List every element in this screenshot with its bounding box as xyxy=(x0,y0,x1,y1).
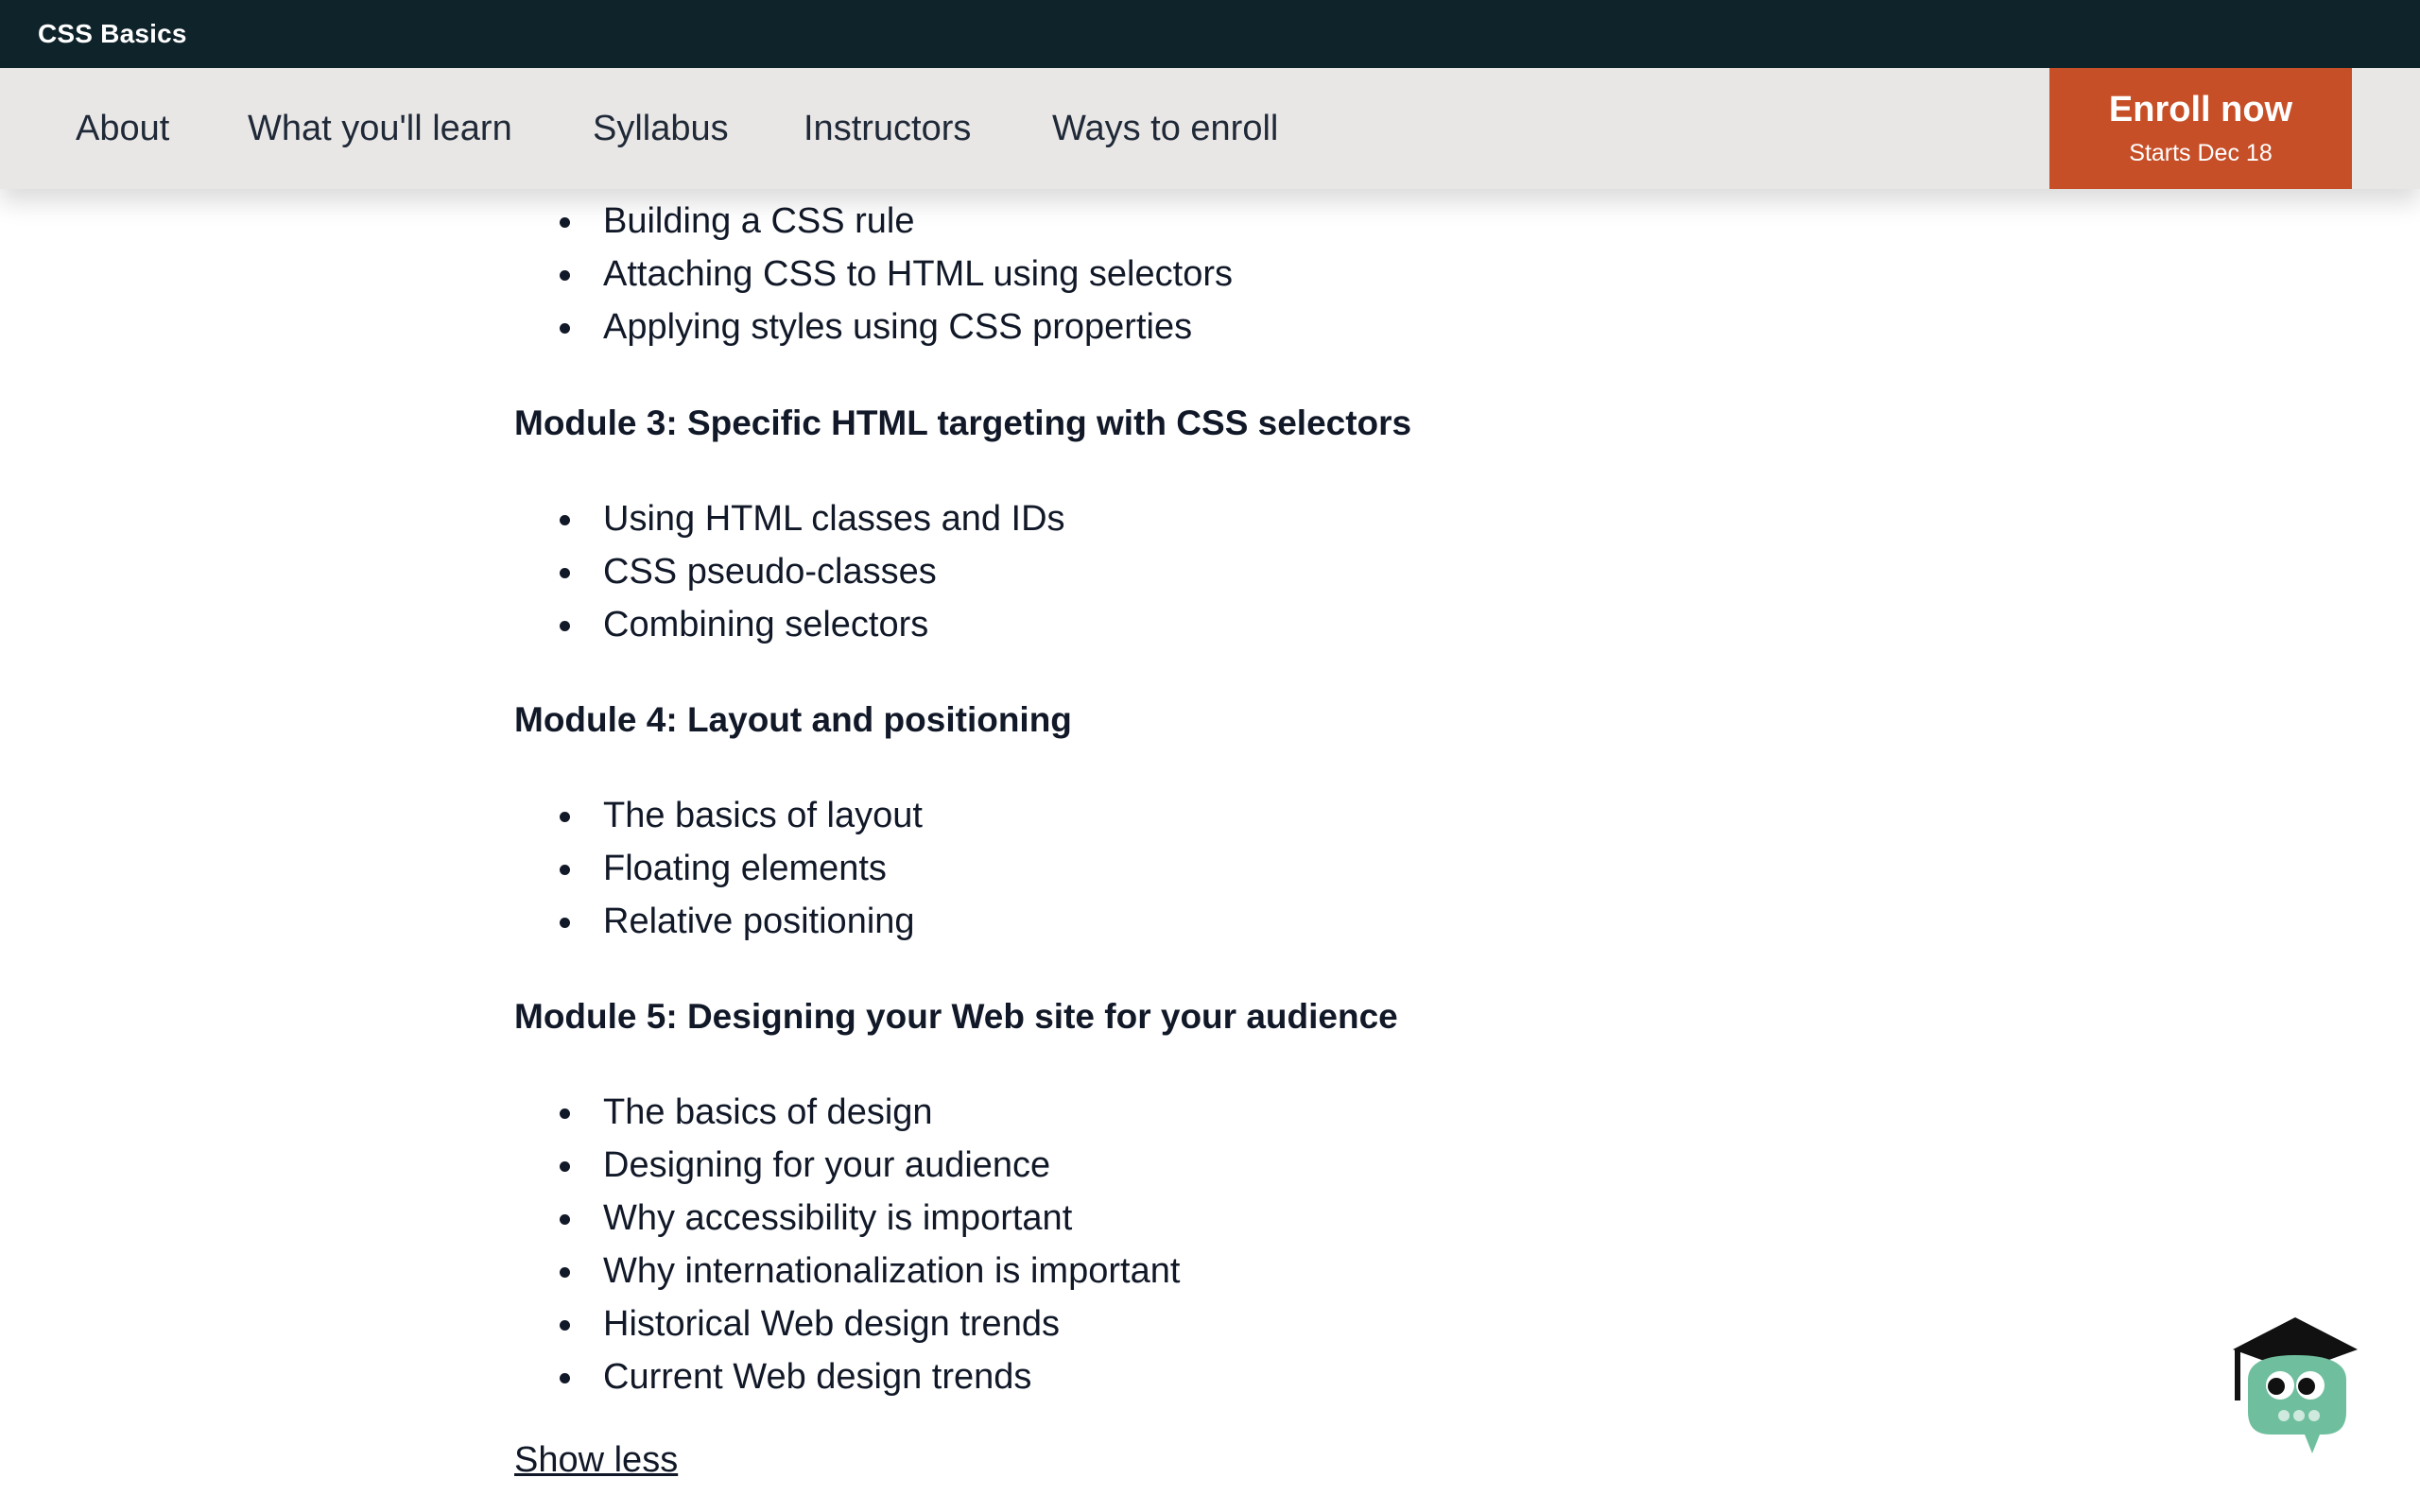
list-item: Using HTML classes and IDs xyxy=(514,492,1065,545)
enroll-label: Enroll now xyxy=(2108,90,2293,129)
list-item: Floating elements xyxy=(514,842,923,895)
list-item: Why internationalization is important xyxy=(514,1245,1180,1297)
nav-link-about[interactable]: About xyxy=(76,68,169,189)
list-item: Designing for your audience xyxy=(514,1139,1180,1192)
module-5-items: The basics of design Designing for your … xyxy=(514,1086,1180,1403)
list-item: The basics of layout xyxy=(514,789,923,842)
list-item: Attaching CSS to HTML using selectors xyxy=(514,248,1233,301)
nav-link-syllabus[interactable]: Syllabus xyxy=(593,68,729,189)
module-2-items: Building a CSS rule Attaching CSS to HTM… xyxy=(514,195,1233,353)
enroll-start-date: Starts Dec 18 xyxy=(2129,140,2273,166)
module-4-items: The basics of layout Floating elements R… xyxy=(514,789,923,948)
enroll-now-button[interactable]: Enroll now Starts Dec 18 xyxy=(2049,68,2352,189)
site-title[interactable]: CSS Basics xyxy=(38,19,187,49)
module-3-items: Using HTML classes and IDs CSS pseudo-cl… xyxy=(514,492,1065,651)
nav-link-what-youll-learn[interactable]: What you'll learn xyxy=(248,68,512,189)
list-item: CSS pseudo-classes xyxy=(514,545,1065,598)
list-item: Relative positioning xyxy=(514,895,923,948)
list-item: Applying styles using CSS properties xyxy=(514,301,1233,353)
list-item: Historical Web design trends xyxy=(514,1297,1180,1350)
list-item: Current Web design trends xyxy=(514,1350,1180,1403)
module-4-title: Module 4: Layout and positioning xyxy=(514,700,1072,739)
top-bar: CSS Basics xyxy=(0,0,2420,68)
module-3-title: Module 3: Specific HTML targeting with C… xyxy=(514,404,1412,442)
list-item: Why accessibility is important xyxy=(514,1192,1180,1245)
module-5-title: Module 5: Designing your Web site for yo… xyxy=(514,997,1398,1036)
nav-link-ways-to-enroll[interactable]: Ways to enroll xyxy=(1052,68,1278,189)
list-item: Building a CSS rule xyxy=(514,195,1233,248)
nav-link-instructors[interactable]: Instructors xyxy=(804,68,971,189)
owl-graduate-icon[interactable] xyxy=(2229,1314,2361,1455)
list-item: Combining selectors xyxy=(514,598,1065,651)
course-nav: About What you'll learn Syllabus Instruc… xyxy=(0,68,2420,189)
list-item: The basics of design xyxy=(514,1086,1180,1139)
show-less-link[interactable]: Show less xyxy=(514,1436,678,1484)
